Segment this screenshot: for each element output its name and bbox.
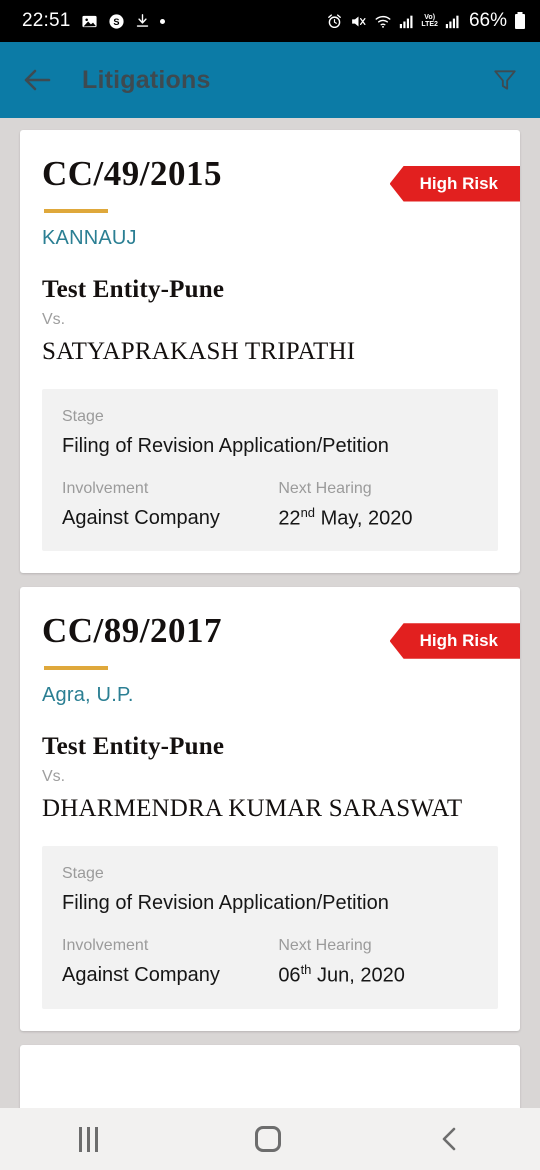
gallery-icon bbox=[81, 13, 98, 30]
wifi-icon bbox=[374, 13, 392, 30]
party-respondent: SATYAPRAKASH TRIPATHI bbox=[42, 338, 356, 365]
volte-top-label: Vo) bbox=[424, 14, 436, 21]
battery-percent: 66% bbox=[468, 10, 507, 31]
versus-label: Vs. bbox=[42, 768, 66, 786]
status-bar-right: Vo) LTE2 66% bbox=[326, 10, 526, 32]
versus-label: Vs. bbox=[42, 311, 66, 328]
back-chevron-icon[interactable] bbox=[438, 1126, 462, 1152]
filter-funnel-icon[interactable] bbox=[492, 67, 518, 93]
gold-divider bbox=[44, 209, 108, 213]
page-title: Litigations bbox=[82, 65, 211, 94]
next-hearing-column: Next Hearing 22nd May, 2020 bbox=[278, 479, 478, 531]
mute-icon bbox=[350, 13, 367, 30]
status-badge: High Risk bbox=[389, 623, 520, 659]
status-bar-left: 22:51 S bbox=[22, 10, 165, 32]
case-detail-panel: Stage Filing of Revision Application/Pet… bbox=[42, 846, 498, 1009]
battery-icon bbox=[514, 12, 526, 30]
involvement-value: Against Company bbox=[62, 963, 220, 986]
android-nav-bar bbox=[0, 1108, 540, 1170]
hearing-day: 06 bbox=[278, 964, 301, 987]
signal2-icon bbox=[445, 14, 460, 29]
next-hearing-label: Next Hearing bbox=[278, 937, 372, 955]
stage-label: Stage bbox=[62, 408, 104, 425]
app-bar: Litigations bbox=[0, 42, 540, 118]
volte-bottom-label: LTE2 bbox=[421, 21, 438, 28]
status-badge: High Risk bbox=[389, 166, 520, 202]
party-petitioner: Test Entity-Pune bbox=[42, 276, 225, 303]
home-icon[interactable] bbox=[254, 1126, 281, 1152]
alarm-icon bbox=[326, 13, 343, 30]
status-time: 22:51 bbox=[22, 10, 71, 31]
download-icon bbox=[135, 13, 150, 29]
party-petitioner: Test Entity-Pune bbox=[42, 733, 225, 761]
volte-lte2-icon: Vo) LTE2 bbox=[421, 14, 438, 28]
party-respondent: DHARMENDRA KUMAR SARASWAT bbox=[42, 795, 463, 823]
case-number: CC/89/2017 bbox=[42, 611, 222, 651]
dot-indicator bbox=[159, 18, 165, 24]
hearing-rest: Jun, 2020 bbox=[316, 964, 405, 987]
next-hearing-column: Next Hearing 06th Jun, 2020 bbox=[278, 936, 478, 988]
signal-icon bbox=[399, 14, 414, 29]
skype-icon: S bbox=[108, 13, 125, 30]
hearing-day: 22 bbox=[278, 507, 301, 530]
court-location: KANNAUJ bbox=[42, 227, 137, 249]
gold-divider bbox=[44, 666, 108, 671]
litigation-card[interactable]: High Risk CC/49/2015 KANNAUJ Test Entity… bbox=[20, 130, 520, 574]
hearing-suffix: th bbox=[300, 961, 312, 977]
recents-icon[interactable] bbox=[78, 1126, 98, 1152]
case-number: CC/49/2015 bbox=[42, 154, 222, 193]
involvement-value: Against Company bbox=[62, 506, 220, 529]
stage-label: Stage bbox=[62, 865, 104, 883]
stage-value: Filing of Revision Application/Petition bbox=[62, 434, 389, 457]
involvement-label: Involvement bbox=[62, 937, 149, 955]
court-location: Agra, U.P. bbox=[42, 684, 134, 707]
stage-value: Filing of Revision Application/Petition bbox=[62, 892, 389, 915]
case-detail-panel: Stage Filing of Revision Application/Pet… bbox=[42, 389, 498, 552]
involvement-column: Involvement Against Company bbox=[62, 479, 278, 531]
detail-row: Involvement Against Company Next Hearing… bbox=[62, 479, 478, 531]
litigation-list[interactable]: High Risk CC/49/2015 KANNAUJ Test Entity… bbox=[0, 118, 540, 1108]
next-hearing-value: 22nd May, 2020 bbox=[278, 505, 478, 532]
involvement-column: Involvement Against Company bbox=[62, 936, 278, 988]
phone-screen: 22:51 S Vo) LTE2 66% Litigations High Ri… bbox=[0, 0, 540, 1170]
status-bar: 22:51 S Vo) LTE2 66% bbox=[0, 0, 540, 42]
hearing-suffix: nd bbox=[300, 504, 316, 520]
litigation-card-partial[interactable] bbox=[20, 1044, 520, 1108]
litigation-card[interactable]: High Risk CC/89/2017 Agra, U.P. Test Ent… bbox=[20, 587, 520, 1031]
next-hearing-label: Next Hearing bbox=[278, 479, 372, 497]
svg-text:S: S bbox=[113, 17, 119, 27]
detail-row: Involvement Against Company Next Hearing… bbox=[62, 936, 478, 988]
involvement-label: Involvement bbox=[62, 479, 149, 497]
next-hearing-value: 06th Jun, 2020 bbox=[278, 962, 478, 989]
back-arrow-icon[interactable] bbox=[22, 67, 52, 93]
hearing-rest: May, 2020 bbox=[320, 507, 413, 530]
